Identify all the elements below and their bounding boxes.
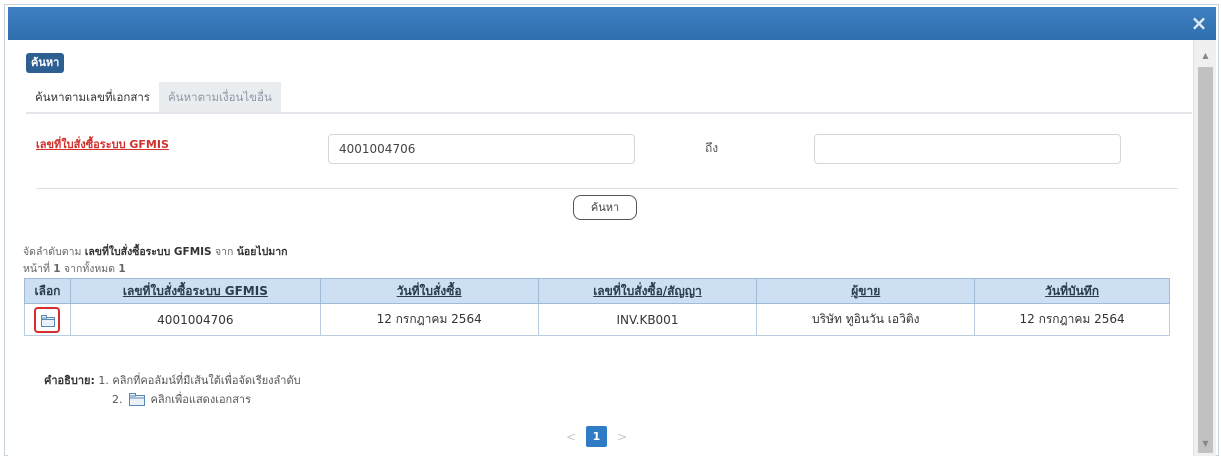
select-cell <box>24 303 71 336</box>
tab-search-by-document-number[interactable]: ค้นหาตามเลขที่เอกสาร <box>26 82 159 112</box>
col-record-date[interactable]: วันที่บันทึก <box>974 278 1170 304</box>
dialog-titlebar: × <box>8 7 1216 40</box>
search-tabs: ค้นหาตามเลขที่เอกสาร ค้นหาตามเงื่อนไขอื่… <box>26 82 281 112</box>
form-divider <box>36 188 1178 189</box>
page-number: 1 <box>53 263 61 275</box>
sort-description: จัดลำดับตาม เลขที่ใบสั่งซื้อระบบ GFMIS จ… <box>23 243 287 260</box>
sort-order: น้อยไปมาก <box>236 246 288 258</box>
sort-field: เลขที่ใบสั่งซื้อระบบ GFMIS <box>84 246 212 258</box>
folder-icon[interactable] <box>34 306 61 333</box>
gfmis-number-to-input[interactable] <box>814 134 1121 164</box>
table-header-row: เลือก เลขที่ใบสั่งซื้อระบบ GFMIS วันที่ใ… <box>24 278 1170 304</box>
folder-icon <box>128 392 145 406</box>
table-row: 4001004706 12 กรกฎาคม 2564 INV.KB001 บริ… <box>24 303 1170 336</box>
cell-record-date: 12 กรกฎาคม 2564 <box>974 303 1170 336</box>
search-section-badge: ค้นหา <box>26 53 65 73</box>
sort-middle: จาก <box>211 246 237 258</box>
pagination-page-1[interactable]: 1 <box>586 426 607 447</box>
col-select: เลือก <box>24 278 71 304</box>
cell-gfmis-number: 4001004706 <box>69 303 321 336</box>
to-label: ถึง <box>705 141 719 155</box>
tab-search-by-other-conditions[interactable]: ค้นหาตามเงื่อนไขอื่น <box>158 82 281 112</box>
explanation-line-2: 2. คลิกเพื่อแสดงเอกสาร <box>112 390 251 408</box>
vertical-scrollbar[interactable]: ▲ ▼ <box>1193 40 1216 456</box>
cell-po-contract-number: INV.KB001 <box>537 303 758 336</box>
gfmis-number-label: เลขที่ใบสั่งซื้อระบบ GFMIS <box>36 138 169 151</box>
col-po-date[interactable]: วันที่ใบสั่งซื้อ <box>319 278 539 304</box>
col-vendor[interactable]: ผู้ขาย <box>756 278 976 304</box>
explanation-num-2: 2. <box>112 392 123 406</box>
scroll-up-icon[interactable]: ▲ <box>1194 48 1217 64</box>
explanation-title: คำอธิบาย: <box>44 374 95 387</box>
cell-po-date: 12 กรกฎาคม 2564 <box>319 303 539 336</box>
explanation-text-1: 1. คลิกที่คอลัมน์ที่มีเส้นใต้เพื่อจัดเรี… <box>98 374 301 387</box>
page-middle: จากทั้งหมด <box>60 263 119 275</box>
tabs-divider <box>26 112 1192 114</box>
close-icon[interactable]: × <box>1188 12 1210 34</box>
cell-vendor: บริษัท ทูอินวัน เอวิติง <box>756 303 976 336</box>
pagination: < 1 > <box>564 426 629 447</box>
dialog-content: ค้นหา ค้นหาตามเลขที่เอกสาร ค้นหาตามเงื่อ… <box>8 40 1193 456</box>
pagination-prev-icon[interactable]: < <box>564 430 578 444</box>
results-table: เลือก เลขที่ใบสั่งซื้อระบบ GFMIS วันที่ใ… <box>24 278 1170 336</box>
pagination-next-icon[interactable]: > <box>615 430 629 444</box>
page-prefix: หน้าที่ <box>23 263 54 275</box>
sort-prefix: จัดลำดับตาม <box>23 246 85 258</box>
col-gfmis-number[interactable]: เลขที่ใบสั่งซื้อระบบ GFMIS <box>69 278 321 304</box>
col-po-contract-number[interactable]: เลขที่ใบสั่งซื้อ/สัญญา <box>537 278 758 304</box>
explanation-line-1: คำอธิบาย: 1. คลิกที่คอลัมน์ที่มีเส้นใต้เ… <box>44 371 301 389</box>
folder-icon-glyph <box>41 314 56 327</box>
page-total: 1 <box>118 263 126 275</box>
search-button[interactable]: ค้นหา <box>573 195 637 220</box>
scroll-down-icon[interactable]: ▼ <box>1194 436 1217 452</box>
page-info: หน้าที่ 1 จากทั้งหมด 1 <box>23 260 126 277</box>
scrollbar-thumb[interactable] <box>1198 67 1213 453</box>
gfmis-number-from-input[interactable]: 4001004706 <box>328 134 635 164</box>
explanation-text-2: คลิกเพื่อแสดงเอกสาร <box>150 393 252 406</box>
